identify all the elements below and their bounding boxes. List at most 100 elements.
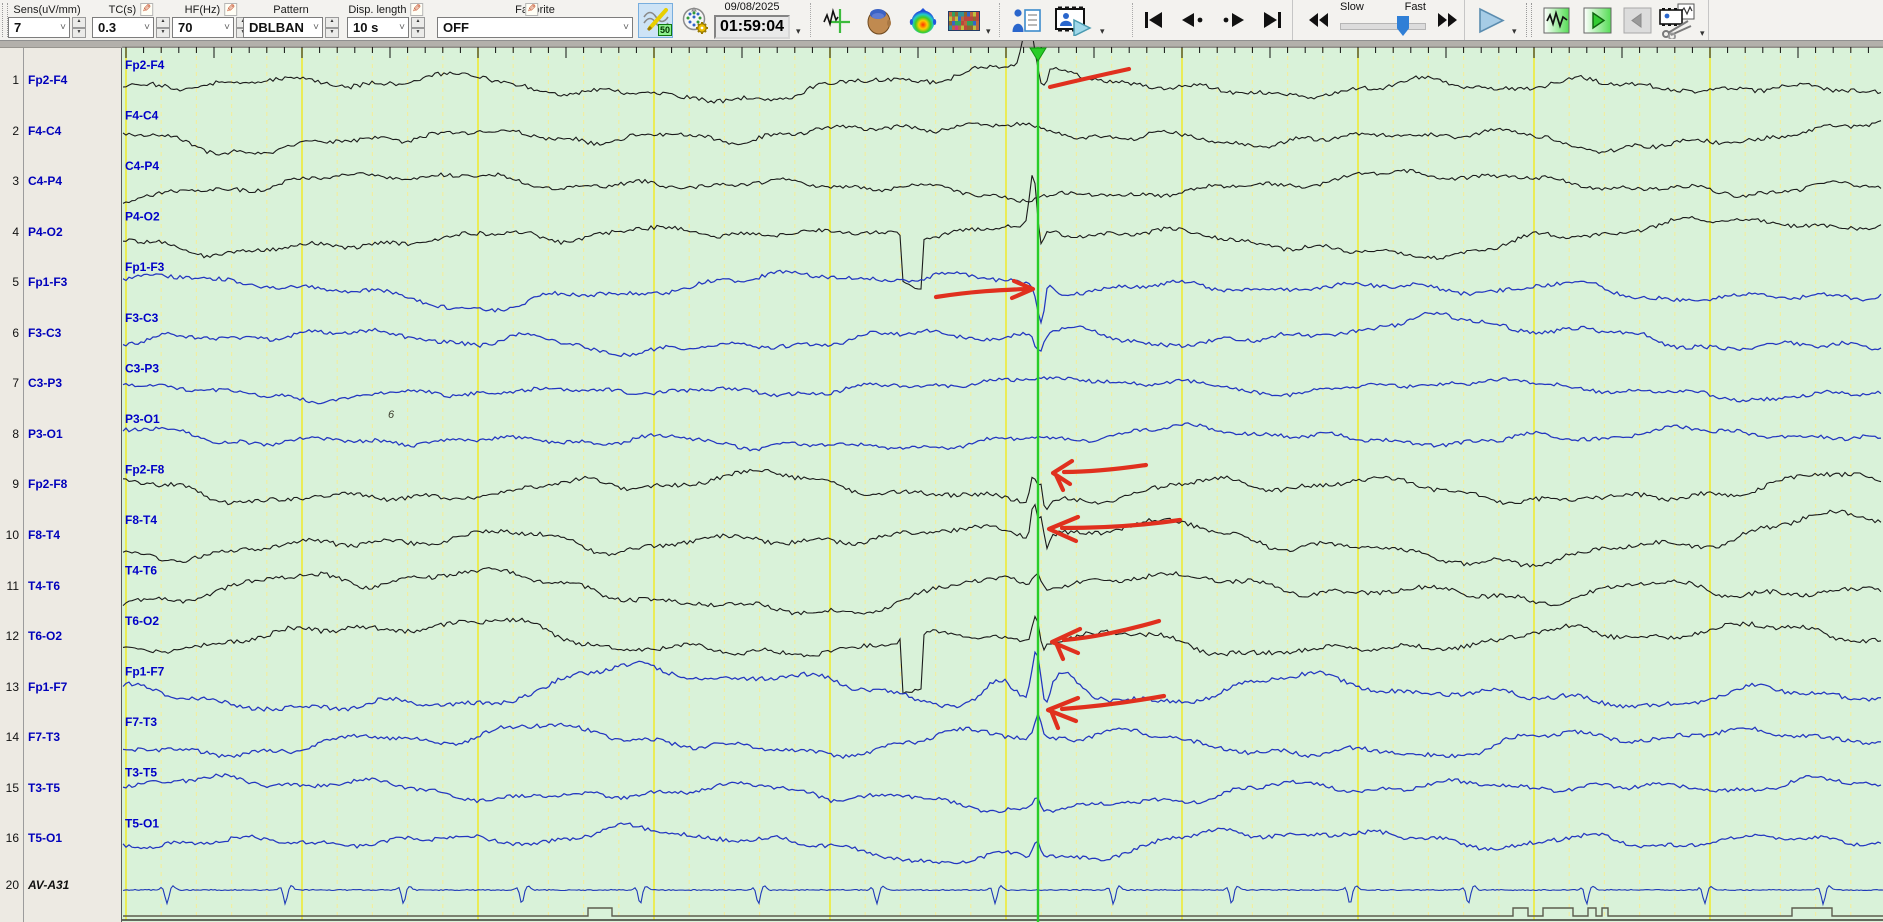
skip-to-start-icon — [1145, 12, 1162, 28]
favorite-select[interactable]: OFF ˅ — [437, 17, 633, 38]
rewind-button[interactable] — [1300, 6, 1338, 34]
inplot-channel-label: F7-T3 — [125, 715, 157, 729]
chevron-down-icon: ˅ — [224, 22, 230, 33]
hf-select[interactable]: 70 ˅ — [172, 17, 234, 38]
channel-row-T4-T6[interactable]: 11 T4-T6 — [0, 577, 120, 595]
inplot-channel-label: Fp1-F3 — [125, 260, 165, 274]
dropdown-icon[interactable]: ▾ — [796, 26, 801, 37]
video-playback-button[interactable] — [1052, 3, 1094, 38]
spinner-down-icon: ▼ — [156, 27, 170, 38]
channel-row-P3-O1[interactable]: 8 P3-O1 — [0, 425, 120, 443]
tc-stepper[interactable]: ▲ ▼ — [156, 17, 170, 38]
play-button[interactable] — [1472, 3, 1510, 38]
channel-number: 13 — [5, 679, 19, 694]
go-last-button[interactable] — [1256, 6, 1286, 34]
head-3d-icon — [867, 8, 891, 34]
dropdown-icon[interactable]: ▾ — [1700, 28, 1705, 39]
channel-row-T3-T5[interactable]: 15 T3-T5 — [0, 779, 120, 797]
notch-filter-button[interactable]: 50 — [638, 3, 673, 38]
toolbar-separator — [1292, 0, 1293, 40]
eeg-page-icon — [1543, 7, 1569, 33]
spinner-up-icon: ▲ — [411, 17, 425, 28]
spinner-up-icon: ▲ — [325, 17, 339, 28]
channel-label: T4-T6 — [28, 578, 61, 593]
patient-report-icon — [1012, 8, 1041, 32]
channel-label: Fp2-F8 — [28, 477, 68, 492]
channel-number: 1 — [12, 73, 19, 87]
edit-pencil-icon[interactable]: ✎ — [525, 3, 539, 16]
pattern-select[interactable]: DBLBAN ˅ — [243, 17, 323, 38]
dropdown-icon[interactable]: ▾ — [986, 26, 991, 37]
display-length-select[interactable]: 10 s ˅ — [347, 17, 409, 38]
channel-label: C4-P4 — [28, 174, 63, 189]
display-length-stepper[interactable]: ▲ ▼ — [411, 17, 425, 38]
channel-label: F8-T4 — [28, 527, 61, 542]
record-date: 09/08/2025 — [724, 1, 780, 13]
pattern-stepper[interactable]: ▲ ▼ — [325, 17, 339, 38]
inplot-channel-label: P3-O1 — [125, 412, 160, 426]
channel-row-P4-O2[interactable]: 4 P4-O2 — [0, 223, 120, 241]
channel-label: T3-T5 — [28, 780, 61, 795]
toolbar-separator — [1132, 3, 1133, 37]
channel-label: Fp2-F4 — [28, 73, 68, 87]
speed-slider-thumb[interactable] — [1397, 16, 1409, 36]
channel-row-Fp1-F3[interactable]: 5 Fp1-F3 — [0, 273, 120, 291]
fast-forward-button[interactable] — [1428, 6, 1466, 34]
channel-label: F3-C3 — [28, 325, 62, 340]
chevron-down-icon: ˅ — [60, 22, 66, 33]
dot-arrow-right-icon — [1223, 13, 1244, 27]
dropdown-icon[interactable]: ▾ — [1512, 26, 1517, 37]
channel-label: F4-C4 — [28, 123, 62, 138]
speed-slider[interactable] — [1340, 16, 1426, 36]
sensitivity-select[interactable]: 7 ˅ — [8, 17, 70, 38]
channel-row-T5-O1[interactable]: 16 T5-O1 — [0, 829, 120, 847]
dropdown-icon[interactable]: ▾ — [1100, 26, 1105, 37]
dsa-trend-button[interactable] — [946, 3, 982, 38]
red-annotation-arrow-1 — [1047, 66, 1132, 90]
edit-pencil-icon[interactable]: ✎ — [224, 3, 238, 16]
film-scissors-icon — [1659, 3, 1695, 39]
channel-row-AV-A31[interactable]: 20 AV-A31 — [0, 876, 120, 894]
channel-row-F4-C4[interactable]: 2 F4-C4 — [0, 122, 120, 140]
edit-pencil-icon[interactable]: ✎ — [140, 3, 154, 16]
channel-label: T6-O2 — [28, 629, 63, 644]
eeg-trace-P4-O2 — [122, 175, 1882, 290]
eeg-view-button[interactable] — [1540, 4, 1572, 36]
channel-row-T6-O2[interactable]: 12 T6-O2 — [0, 627, 120, 645]
eeg-trace-display[interactable]: Fp2-F4 F4-C4 C4-P4 P4-O2 Fp1-F3 F3-C3 C3-P3 P3-… — [122, 41, 1883, 922]
channel-label: P3-O1 — [28, 426, 63, 441]
edit-pencil-icon[interactable]: ✎ — [410, 3, 424, 16]
channel-row-F8-T4[interactable]: 10 F8-T4 — [0, 526, 120, 544]
head-3d-map-button[interactable] — [862, 3, 896, 38]
spinner-down-icon: ▼ — [325, 27, 339, 38]
sensitivity-stepper[interactable]: ▲ ▼ — [72, 17, 86, 38]
fast-forward-icon — [1438, 13, 1457, 27]
channel-row-Fp1-F7[interactable]: 13 Fp1-F7 — [0, 678, 120, 696]
step-forward-button[interactable] — [1216, 6, 1250, 34]
tc-select[interactable]: 0.3 ˅ — [92, 17, 154, 38]
page-play-button[interactable] — [1580, 4, 1614, 36]
inplot-channel-label: F4-C4 — [125, 109, 159, 123]
topo-map-button[interactable] — [906, 3, 940, 38]
channel-row-Fp2-F4[interactable]: 1 Fp2-F4 — [0, 71, 120, 89]
wave-cursor-view-button[interactable] — [820, 3, 854, 38]
step-back-button[interactable] — [1176, 6, 1210, 34]
channel-row-F7-T3[interactable]: 14 F7-T3 — [0, 728, 120, 746]
toolbar-grip[interactable] — [1526, 3, 1532, 37]
channel-row-C4-P4[interactable]: 3 C4-P4 — [0, 172, 120, 190]
channel-row-Fp2-F8[interactable]: 9 Fp2-F8 — [0, 475, 120, 493]
clip-export-button[interactable] — [1656, 2, 1700, 39]
channel-row-F3-C3[interactable]: 6 F3-C3 — [0, 324, 120, 342]
eeg-viewer-window: Sens(uV/mm) 7 ˅ ▲ ▼ TC(s) ✎ 0.3 ˅ ▲ ▼ HF(Hz) ✎… — [0, 0, 1883, 922]
hf-group: HF(Hz)✎ 70˅ ▲▼ — [172, 2, 250, 38]
montage-settings-button[interactable] — [678, 3, 714, 38]
eeg-trace-Fp1-F3 — [122, 269, 1882, 326]
channel-row-C3-P3[interactable]: 7 C3-P3 — [0, 374, 120, 392]
inplot-channel-label: T5-O1 — [125, 816, 159, 830]
go-first-button[interactable] — [1140, 6, 1170, 34]
eeg-trace-T3-T5 — [122, 773, 1882, 814]
sensitivity-group: Sens(uV/mm) 7 ˅ ▲ ▼ — [8, 2, 86, 38]
eeg-trace-C4-P4 — [122, 168, 1882, 204]
cursor-marker-triangle[interactable] — [1029, 47, 1047, 62]
patient-report-button[interactable] — [1010, 3, 1044, 38]
